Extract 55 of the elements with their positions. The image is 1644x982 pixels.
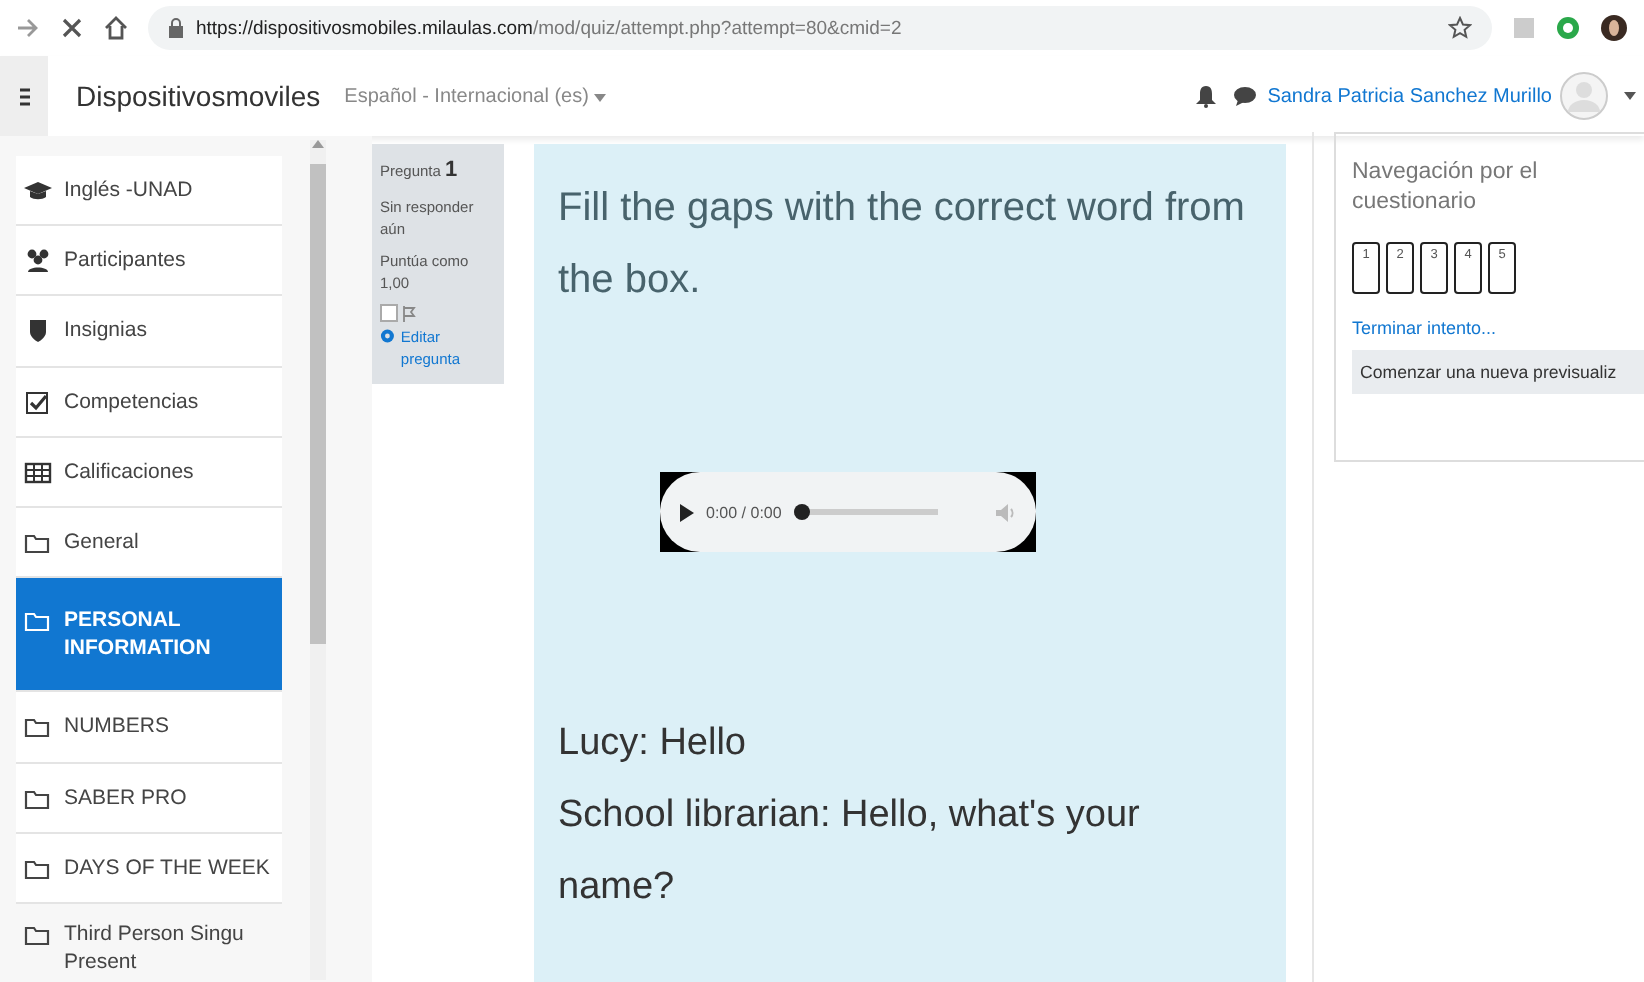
star-icon[interactable] — [1448, 16, 1472, 40]
new-preview-button[interactable]: Comenzar una nueva previsualiz — [1352, 349, 1644, 394]
dialogue-line: Lucy: Hello — [558, 720, 748, 768]
sidebar-item[interactable]: Insignias — [16, 296, 282, 368]
finish-attempt-link[interactable]: Terminar intento... — [1352, 317, 1644, 338]
address-bar[interactable]: https://dispositivosmobiles.milaulas.com/mod/quiz/attempt.php?attempt=80&cmid=2 — [148, 6, 1492, 50]
audio-time: 0:00 / 0:00 — [706, 503, 782, 521]
folder-icon — [24, 785, 52, 810]
scroll-up-icon — [312, 140, 324, 148]
seek-bar[interactable] — [793, 504, 938, 520]
flag-icon — [402, 305, 416, 322]
scrollbar[interactable] — [310, 140, 326, 980]
caret-icon[interactable] — [1624, 92, 1636, 100]
folder-icon — [24, 608, 52, 633]
table-icon — [24, 459, 52, 484]
menu-button[interactable] — [0, 56, 48, 136]
caret-icon — [594, 93, 607, 101]
home-icon[interactable] — [104, 16, 128, 40]
play-icon[interactable] — [680, 503, 694, 521]
user-name[interactable]: Sandra Patricia Sanchez Murillo — [1267, 85, 1552, 107]
dialogue-line: School librarian: Hello, what's your name? — [558, 792, 1142, 912]
flag-checkbox[interactable] — [380, 304, 398, 323]
bell-icon[interactable] — [1195, 85, 1216, 107]
lock-icon — [168, 18, 184, 38]
sidebar-item[interactable]: NUMBERS — [16, 692, 282, 764]
url-text: https://dispositivosmobiles.milaulas.com/mod/quiz/attempt.php?attempt=80&cmid=2 — [196, 17, 902, 39]
gear-icon — [380, 328, 395, 345]
extension-icon[interactable] — [1556, 16, 1580, 40]
sidebar-item[interactable]: Competencias — [16, 367, 282, 438]
menu-icon — [19, 87, 29, 105]
sidebar-item[interactable]: General — [16, 507, 282, 579]
folder-icon — [24, 855, 52, 880]
audio-player[interactable]: 0:00 / 0:00 — [660, 472, 1036, 552]
sidebar-item[interactable]: Participantes — [16, 226, 282, 297]
chat-icon[interactable] — [1233, 86, 1256, 106]
folder-icon — [24, 529, 52, 554]
shield-icon — [24, 318, 52, 343]
graduation-cap-icon — [24, 178, 52, 202]
seek-thumb[interactable] — [793, 504, 810, 520]
language-menu[interactable]: Español - Internacional (es) — [344, 85, 607, 107]
sidebar-item[interactable]: DAYS OF THE WEEK — [16, 833, 282, 904]
sidebar-item[interactable]: PERSONAL INFORMATION — [16, 578, 282, 693]
sidebar-item[interactable]: Calificaciones — [16, 437, 282, 508]
forward-icon[interactable] — [16, 16, 40, 40]
people-icon — [24, 248, 52, 273]
instruction-text: Fill the gaps with the correct word from the box. — [558, 184, 1247, 306]
sidebar-item[interactable]: Inglés -UNAD — [16, 156, 282, 227]
site-name[interactable]: Dispositivosmoviles — [76, 80, 321, 112]
folder-icon — [24, 714, 52, 739]
checkbox-icon — [24, 389, 52, 414]
block-title: Navegación por el cuestionario — [1352, 158, 1540, 218]
profile-icon[interactable] — [1600, 14, 1628, 42]
close-icon[interactable] — [60, 16, 84, 40]
sidebar-item[interactable]: SABER PRO — [16, 763, 282, 834]
folder-icon — [24, 921, 52, 946]
